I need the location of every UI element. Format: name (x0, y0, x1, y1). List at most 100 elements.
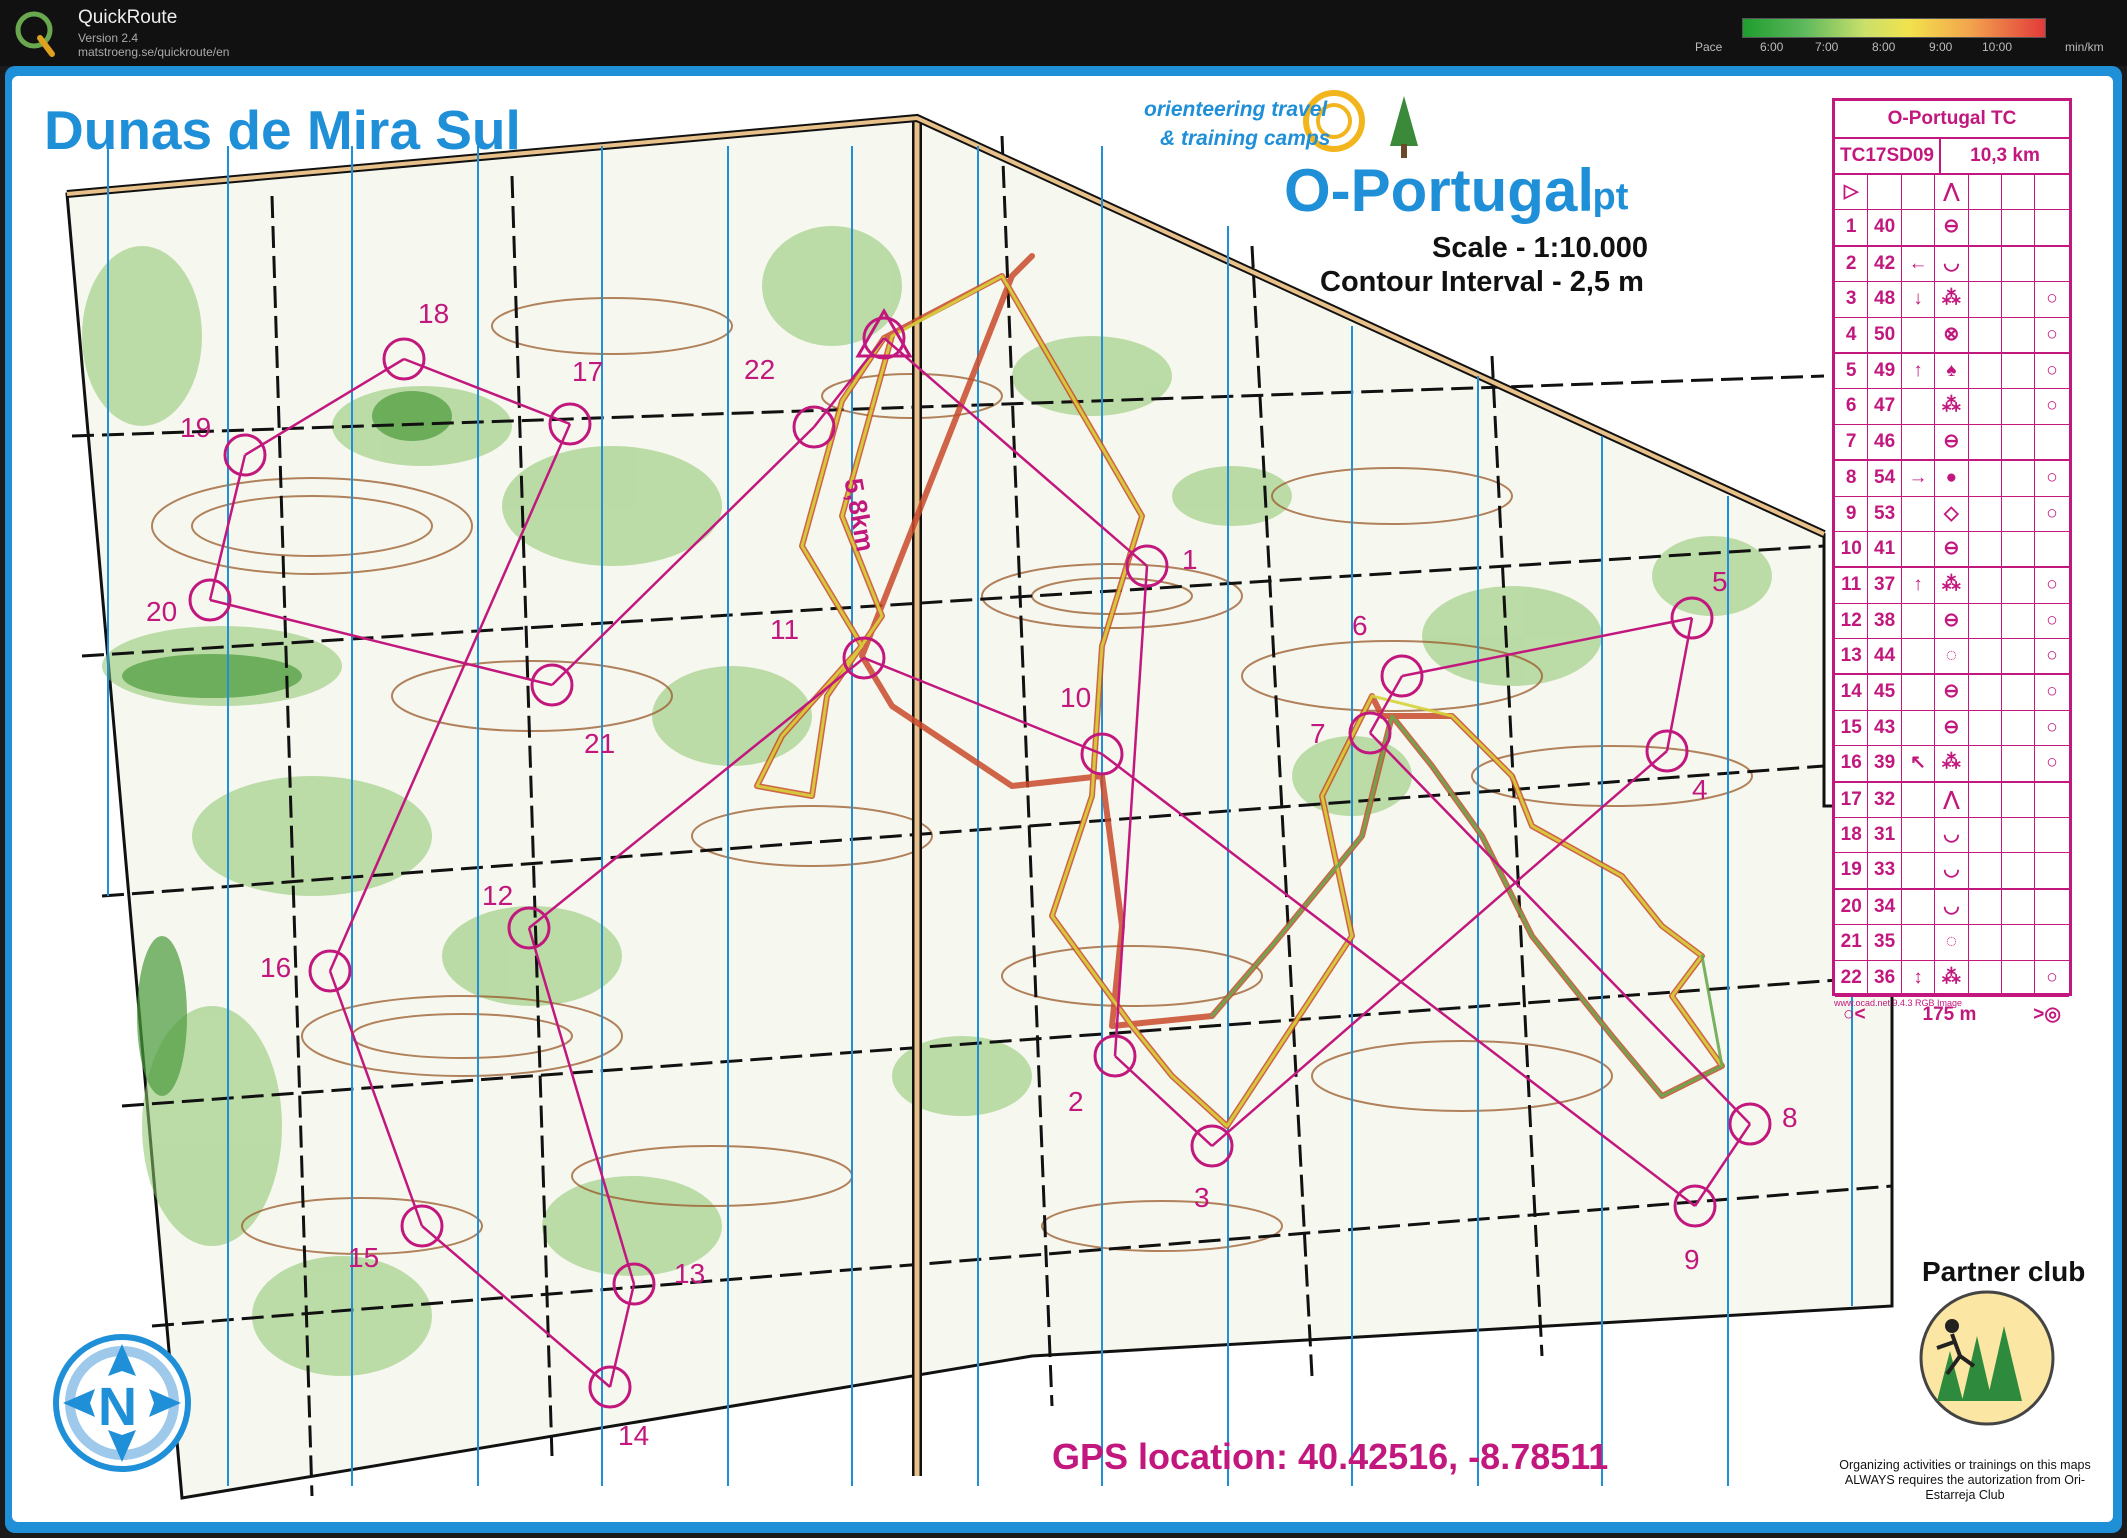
description-empty-cell (1969, 353, 2002, 389)
description-empty-cell (2002, 389, 2036, 424)
description-row: 9 53 ◇ ○ (1835, 496, 2069, 532)
description-direction-icon (1902, 853, 1936, 888)
orienteering-map[interactable] (12, 76, 2113, 1522)
description-feature-icon: ⋀ (1935, 782, 1969, 818)
description-location-icon: ○ (2046, 966, 2058, 988)
description-row: 13 44 ◌ ○ (1835, 639, 2069, 676)
description-control-number: 8 (1835, 461, 1869, 496)
description-empty-cell (1969, 496, 2002, 531)
control-label: 21 (584, 728, 616, 759)
description-location-icon (2035, 247, 2068, 281)
description-row: 12 38 ⊖ ○ (1835, 603, 2069, 640)
description-course-id: TC17SD09 (1835, 139, 1941, 173)
app-url[interactable]: matstroeng.se/quickroute/en (78, 45, 229, 59)
description-empty-cell (2002, 675, 2036, 710)
description-control-code: 44 (1868, 639, 1902, 674)
description-direction-icon (1902, 889, 1936, 925)
description-control-number: 3 (1835, 282, 1869, 317)
description-feature-icon: ⁂ (1935, 389, 1969, 424)
description-control-code: 33 (1868, 853, 1902, 888)
description-empty-cell (1969, 639, 2002, 674)
description-feature-icon: ⁂ (1935, 282, 1969, 317)
finish-distance: 175 m (1922, 1003, 1977, 1025)
control-label: 16 (260, 952, 292, 983)
description-direction-icon (1902, 639, 1936, 674)
description-empty-cell (1969, 568, 2002, 603)
description-feature-icon: ⊖ (1935, 424, 1969, 460)
description-start-row: ▷ ⋀ (1835, 175, 2069, 211)
description-control-number: 6 (1835, 389, 1869, 424)
description-rows: 1 40 ⊖ 2 42 ← ◡ 3 48 ↓ ⁂ ○ 4 50 ⊗ ○ 5 49 ↑ ♠ ○ 6 47 ⁂ ○ 7 46 ⊖ 8 54 → ●… (1835, 210, 2069, 997)
description-empty-cell (2002, 461, 2036, 496)
description-feature-icon: ⁂ (1935, 568, 1969, 603)
description-row: 2 42 ← ◡ (1835, 246, 2069, 283)
pace-tick: 9:00 (1929, 40, 1953, 54)
description-control-code: 40 (1868, 210, 1902, 245)
description-empty-cell (2002, 246, 2036, 282)
description-empty-cell (1969, 960, 2002, 995)
description-row: 11 37 ↑ ⁂ ○ (1835, 568, 2069, 604)
description-row: 19 33 ◡ (1835, 853, 2069, 890)
north-letter: N (98, 1377, 137, 1437)
description-empty-cell (1969, 782, 2002, 818)
description-control-number: 19 (1835, 853, 1869, 888)
description-row: 6 47 ⁂ ○ (1835, 389, 2069, 425)
description-event-title: O-Portugal TC (1835, 101, 2069, 139)
control-label: 4 (1692, 774, 1708, 805)
description-empty-cell (1969, 710, 2002, 746)
description-control-number: 15 (1835, 710, 1869, 746)
control-label: 11 (770, 614, 800, 645)
description-location-icon (2035, 925, 2068, 959)
description-control-number: 9 (1835, 496, 1869, 531)
description-location-icon (2035, 783, 2068, 817)
description-location-icon: ○ (2046, 323, 2058, 345)
description-direction-icon: → (1902, 461, 1936, 496)
description-control-number: 14 (1835, 675, 1869, 710)
description-empty-cell (1969, 246, 2002, 282)
control-label: 9 (1684, 1244, 1700, 1275)
description-control-code: 41 (1868, 531, 1902, 567)
description-control-code: 47 (1868, 389, 1902, 424)
description-row: 14 45 ⊖ ○ (1835, 675, 2069, 711)
description-location-icon (2035, 853, 2068, 887)
description-control-number: 16 (1835, 746, 1869, 781)
description-control-number: 20 (1835, 889, 1869, 925)
description-direction-icon: ↖ (1902, 746, 1936, 781)
brand-tld: .pt (1582, 176, 1629, 218)
map-canvas[interactable]: Dunas de Mira Sul orienteering travel & … (12, 76, 2113, 1522)
description-direction-icon (1902, 317, 1936, 352)
description-row: 3 48 ↓ ⁂ ○ (1835, 282, 2069, 318)
description-control-number: 4 (1835, 317, 1869, 352)
description-control-number: 22 (1835, 960, 1869, 995)
description-location-icon (2035, 210, 2068, 244)
description-control-code: 49 (1868, 353, 1902, 389)
description-feature-icon: ♠ (1935, 353, 1969, 389)
control-label: 2 (1068, 1086, 1084, 1117)
description-control-code: 54 (1868, 461, 1902, 496)
description-direction-icon: ↓ (1902, 282, 1936, 317)
start-symbol-icon: ▷ (1835, 175, 1869, 210)
control-label: 14 (618, 1420, 650, 1451)
description-empty-cell (1969, 675, 2002, 710)
description-empty-cell (1969, 317, 2002, 352)
control-label: 5 (1712, 566, 1728, 597)
description-control-code: 31 (1868, 818, 1902, 853)
description-empty-cell (1969, 603, 2002, 639)
description-location-icon: ○ (2046, 645, 2058, 667)
description-empty-cell (2002, 317, 2036, 352)
pace-tick: 10:00 (1982, 40, 2013, 54)
description-feature-icon: ◡ (1935, 246, 1969, 282)
control-label: 19 (180, 412, 212, 443)
description-empty-cell (1969, 818, 2002, 853)
finish-start-symbol-icon: ○< (1843, 1003, 1866, 1025)
description-empty-cell (2002, 960, 2036, 995)
control-label: 8 (1782, 1102, 1798, 1133)
description-control-code: 39 (1868, 746, 1902, 781)
description-feature-icon: ◡ (1935, 818, 1969, 853)
description-control-number: 1 (1835, 210, 1869, 245)
description-empty-cell (2002, 531, 2036, 567)
control-label: 15 (348, 1242, 380, 1273)
description-empty-cell (1969, 925, 2002, 960)
pace-tick: 7:00 (1815, 40, 1839, 54)
partner-club-label: Partner club (1922, 1256, 2086, 1287)
